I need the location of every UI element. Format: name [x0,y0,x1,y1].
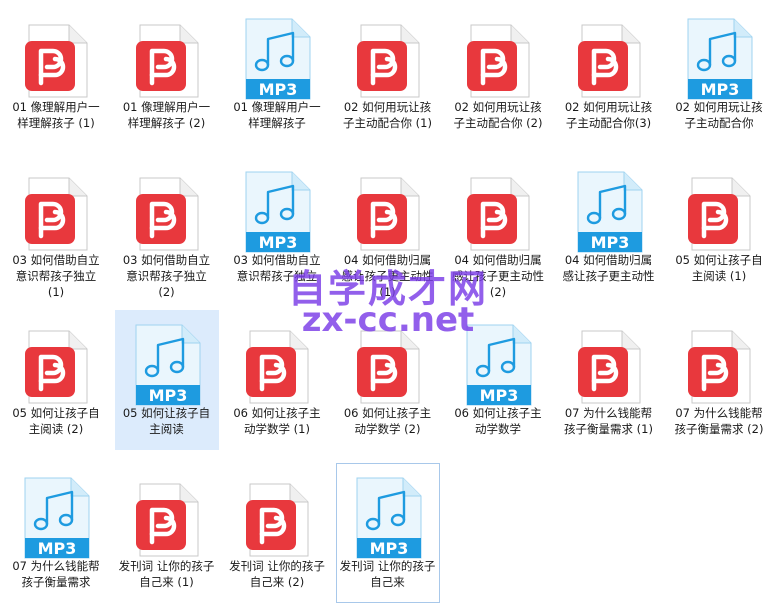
file-name-label: 04 如何借助归属感让孩子更主动性 [562,253,655,283]
pdf-file-icon [686,176,752,256]
pdf-file-item[interactable]: 02 如何用玩让孩子主动配合你 (2) [446,4,550,144]
svg-text:MP3: MP3 [480,386,519,405]
mp3-file-icon: MP3 [461,323,535,411]
pdf-file-icon [134,23,200,103]
pdf-file-item[interactable]: 04 如何借助归属感让孩子更主动性 (2) [446,157,550,299]
mp3-file-icon: MP3 [19,476,93,564]
file-name-label: 02 如何用玩让孩子主动配合你 (2) [453,100,543,130]
file-name-label: 03 如何借助自立意识帮孩子独立 [233,253,321,283]
svg-text:MP3: MP3 [259,233,298,252]
mp3-file-item[interactable]: MP3 04 如何借助归属感让孩子更主动性 [557,157,661,297]
mp3-file-item[interactable]: MP3 01 像理解用户一样理解孩子 [225,4,329,144]
pdf-file-icon [355,176,421,256]
svg-text:MP3: MP3 [38,539,77,558]
pdf-file-icon [134,176,200,256]
pdf-file-item[interactable]: 发刊词 让你的孩子自己来 (1) [115,463,219,603]
file-name-label: 07 为什么钱能帮孩子衡量需求 (2) [674,406,764,436]
pdf-file-item[interactable]: 02 如何用玩让孩子主动配合你 (1) [336,4,440,144]
pdf-file-item[interactable]: 03 如何借助自立意识帮孩子独立 (2) [115,157,219,299]
pdf-file-icon [23,176,89,256]
file-name-label: 06 如何让孩子主动学数学 (2) [343,406,432,436]
file-name-label: 07 为什么钱能帮孩子衡量需求 [12,559,100,589]
file-name-label: 03 如何借助自立意识帮孩子独立 (1) [12,253,100,299]
file-name-label: 05 如何让孩子自主阅读 (2) [12,406,100,436]
file-name-label: 01 像理解用户一样理解孩子 (1) [12,100,100,130]
pdf-file-item[interactable]: 02 如何用玩让孩子主动配合你(3) [557,4,661,144]
file-name-label: 发刊词 让你的孩子自己来 (2) [229,559,325,589]
file-name-label: 02 如何用玩让孩子主动配合你 [675,100,763,130]
mp3-file-icon: MP3 [351,476,425,564]
pdf-file-item[interactable]: 发刊词 让你的孩子自己来 (2) [225,463,329,603]
pdf-file-icon [244,329,310,409]
mp3-file-item[interactable]: MP3 06 如何让孩子主动学数学 [446,310,550,450]
mp3-file-item[interactable]: MP3 03 如何借助自立意识帮孩子独立 [225,157,329,297]
mp3-file-item[interactable]: MP3 05 如何让孩子自主阅读 [114,310,219,450]
mp3-file-item[interactable]: MP3 02 如何用玩让孩子主动配合你 [667,4,771,144]
pdf-file-icon [465,23,531,103]
pdf-file-icon [355,329,421,409]
pdf-file-item[interactable]: 01 像理解用户一样理解孩子 (2) [115,4,219,144]
file-name-label: 02 如何用玩让孩子主动配合你(3) [564,100,653,130]
file-name-label: 02 如何用玩让孩子主动配合你 (1) [343,100,432,130]
pdf-file-item[interactable]: 05 如何让孩子自主阅读 (1) [667,157,771,297]
pdf-file-icon [576,329,642,409]
file-name-label: 04 如何借助归属感让孩子更主动性 (2) [452,253,544,299]
file-name-label: 01 像理解用户一样理解孩子 [233,100,321,130]
svg-text:MP3: MP3 [148,386,187,405]
mp3-file-item[interactable]: MP3 07 为什么钱能帮孩子衡量需求 [4,463,108,603]
file-name-label: 发刊词 让你的孩子自己来 (1) [118,559,215,589]
pdf-file-icon [134,482,200,562]
pdf-file-icon [686,329,752,409]
mp3-file-icon: MP3 [240,17,314,105]
pdf-file-item[interactable]: 07 为什么钱能帮孩子衡量需求 (1) [557,310,661,450]
pdf-file-icon [244,482,310,562]
pdf-file-icon [576,23,642,103]
mp3-file-item[interactable]: MP3 发刊词 让你的孩子自己来 [335,463,440,603]
pdf-file-item[interactable]: 05 如何让孩子自主阅读 (2) [4,310,108,450]
pdf-file-item[interactable]: 04 如何借助归属感让孩子更主动性 (1) [336,157,440,299]
file-name-label: 03 如何借助自立意识帮孩子独立 (2) [122,253,211,299]
pdf-file-icon [23,23,89,103]
svg-text:MP3: MP3 [259,80,298,99]
mp3-file-icon: MP3 [572,170,646,258]
file-name-label: 01 像理解用户一样理解孩子 (2) [122,100,211,130]
pdf-file-icon [23,329,89,409]
file-name-label: 发刊词 让你的孩子自己来 [339,559,436,589]
pdf-file-icon [465,176,531,256]
svg-text:MP3: MP3 [369,539,408,558]
svg-text:MP3: MP3 [590,233,629,252]
pdf-file-item[interactable]: 06 如何让孩子主动学数学 (2) [336,310,440,450]
pdf-file-item[interactable]: 03 如何借助自立意识帮孩子独立 (1) [4,157,108,299]
file-name-label: 05 如何让孩子自主阅读 (1) [675,253,763,283]
mp3-file-icon: MP3 [240,170,314,258]
file-name-label: 06 如何让孩子主动学数学 [454,406,542,436]
mp3-file-icon: MP3 [130,323,204,411]
pdf-file-item[interactable]: 06 如何让孩子主动学数学 (1) [225,310,329,450]
file-name-label: 04 如何借助归属感让孩子更主动性 (1) [341,253,434,299]
pdf-file-item[interactable]: 01 像理解用户一样理解孩子 (1) [4,4,108,144]
svg-text:MP3: MP3 [701,80,740,99]
file-name-label: 05 如何让孩子自主阅读 [122,406,211,436]
file-name-label: 06 如何让孩子主动学数学 (1) [233,406,321,436]
mp3-file-icon: MP3 [682,17,756,105]
pdf-file-item[interactable]: 07 为什么钱能帮孩子衡量需求 (2) [667,310,771,450]
file-name-label: 07 为什么钱能帮孩子衡量需求 (1) [564,406,653,436]
pdf-file-icon [355,23,421,103]
file-grid: 01 像理解用户一样理解孩子 (1) 01 像理解用户一样理解孩子 (2) MP… [0,0,773,604]
